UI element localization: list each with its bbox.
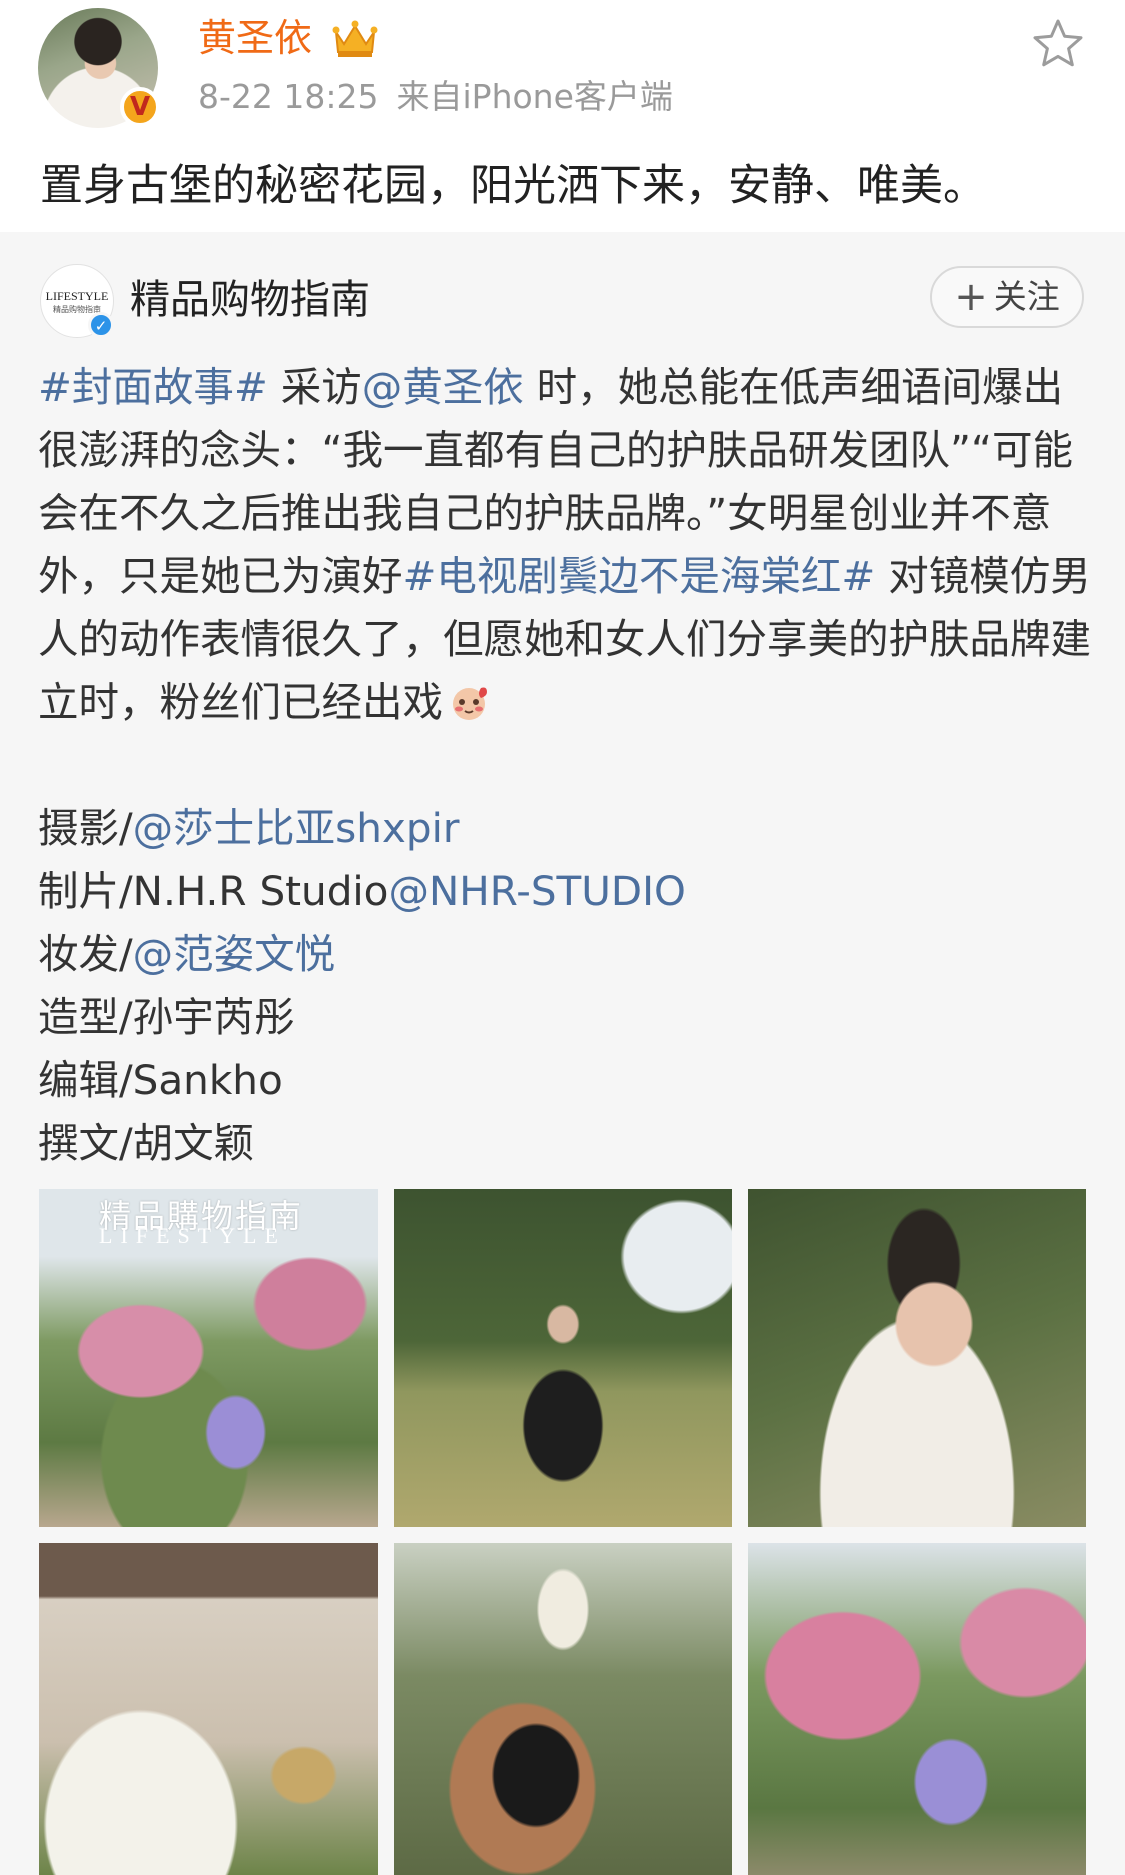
star-icon[interactable] (1030, 16, 1086, 72)
mention-link[interactable]: @NHR-STUDIO (388, 867, 685, 915)
photo-thumbnail[interactable]: 精品購物指南 LIFESTYLE (39, 1189, 378, 1527)
credit-line: 制片/N.H.R Studio@NHR-STUDIO (38, 860, 1098, 923)
photo-thumbnail[interactable] (39, 1543, 378, 1875)
photo-thumbnail[interactable] (748, 1189, 1086, 1527)
repost-body: #封面故事# 采访@黄圣依 时，她总能在低声细语间爆出很澎湃的念头：“我一直都有… (38, 356, 1098, 1175)
verified-badge-icon: ✓ (88, 312, 114, 338)
post-source[interactable]: 来自iPhone客户端 (397, 77, 673, 116)
plus-icon: + (954, 274, 988, 320)
follow-button[interactable]: + 关注 (930, 266, 1084, 328)
post-text: 置身古堡的秘密花园，阳光洒下来，安静、唯美。 (40, 161, 986, 211)
verified-badge-icon: V (120, 87, 160, 127)
body-text-segment: 采访 (267, 363, 362, 411)
mention-link[interactable]: @黄圣依 (362, 363, 524, 411)
credit-label: 编辑/Sankho (38, 1056, 283, 1104)
credit-line: 编辑/Sankho (38, 1049, 1098, 1112)
credit-label: 撰文/胡文颖 (38, 1119, 255, 1167)
credit-line: 造型/孙宇芮彤 (38, 986, 1098, 1049)
post-meta: 8-22 18:25 来自iPhone客户端 (198, 76, 691, 118)
photo-thumbnail[interactable] (394, 1189, 732, 1527)
credit-label: 摄影/ (38, 804, 133, 852)
credit-label: 妆发/ (38, 930, 133, 978)
mention-link[interactable]: @莎士比亚shxpir (133, 804, 460, 852)
post-time: 8-22 18:25 (198, 77, 379, 116)
cover-subtitle: LIFESTYLE (99, 1223, 286, 1248)
repost-paragraph: #封面故事# 采访@黄圣依 时，她总能在低声细语间爆出很澎湃的念头：“我一直都有… (38, 356, 1098, 734)
credit-label: 制片/N.H.R Studio (38, 867, 389, 915)
credit-line: 摄影/@莎士比亚shxpir (38, 797, 1098, 860)
credit-line: 妆发/@范姿文悦 (38, 923, 1098, 986)
original-author-name[interactable]: 精品购物指南 (130, 274, 370, 326)
photo-thumbnail[interactable] (394, 1543, 732, 1875)
follow-label: 关注 (993, 277, 1060, 316)
credit-line: 撰文/胡文颖 (38, 1112, 1098, 1175)
hashtag-link[interactable]: #电视剧鬓边不是海棠红# (403, 552, 876, 600)
mention-link[interactable]: @范姿文悦 (133, 930, 336, 978)
author-name[interactable]: 黄圣依 (198, 14, 312, 62)
avatar-logo-text: LIFESTYLE (45, 289, 109, 303)
crown-icon (332, 20, 378, 57)
blush-emoji-icon (453, 687, 487, 720)
hashtag-link[interactable]: #封面故事# (38, 363, 268, 411)
credit-label: 造型/孙宇芮彤 (38, 993, 295, 1041)
photo-thumbnail[interactable] (748, 1543, 1086, 1875)
